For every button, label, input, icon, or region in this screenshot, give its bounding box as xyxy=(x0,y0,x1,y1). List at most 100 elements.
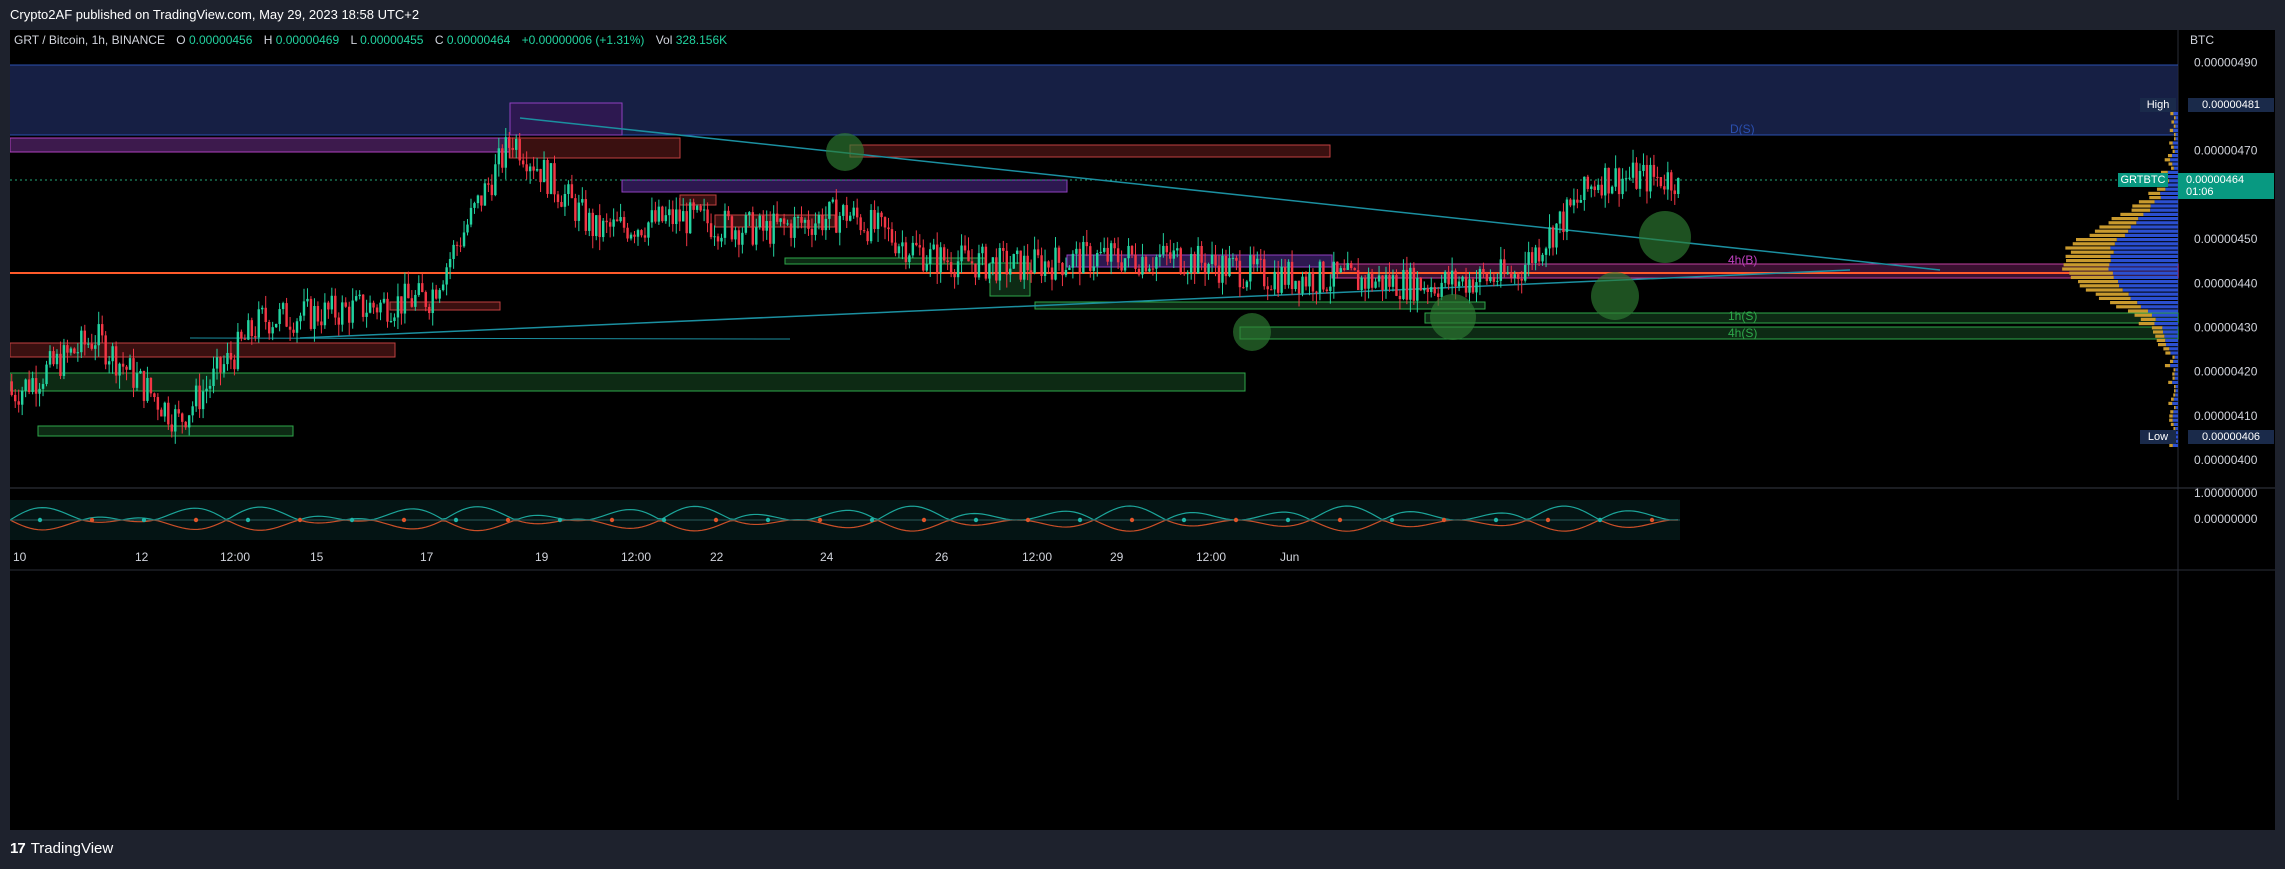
volume-bar xyxy=(2168,380,2173,384)
candle-body xyxy=(595,215,598,237)
candle-body xyxy=(1645,164,1649,192)
candle-body xyxy=(539,168,542,183)
candle-body xyxy=(1266,286,1269,290)
candle-body xyxy=(334,295,337,318)
candle-body xyxy=(723,210,727,238)
oscillator-pane[interactable]: 1.00000000 0.00000000 xyxy=(9,486,2258,540)
volume-bar xyxy=(2138,200,2155,204)
candle-body xyxy=(174,409,177,432)
time-axis[interactable]: 10 12 12:00 15 17 19 12:00 22 24 26 12:00 29 12:00 Ju… xyxy=(13,550,1299,564)
candle-body xyxy=(421,283,424,293)
volume-bar xyxy=(2110,246,2178,250)
candle-body xyxy=(24,379,27,391)
volume-bar xyxy=(2175,124,2178,128)
candle-body xyxy=(389,320,393,322)
volume-bar xyxy=(2172,443,2178,447)
tradingview-logo[interactable]: 17 TradingView xyxy=(10,840,113,857)
candle-body xyxy=(292,329,295,333)
volume-bar xyxy=(2156,338,2166,342)
candle-body xyxy=(431,289,434,314)
candle-body xyxy=(716,236,720,242)
candle-body xyxy=(821,214,824,231)
footer-bar: 17 TradingView xyxy=(0,830,2285,869)
candle-body xyxy=(1367,273,1370,289)
candle-body xyxy=(1273,271,1276,290)
candle-body xyxy=(588,212,591,231)
volume-bar xyxy=(2128,229,2178,233)
volume-bar xyxy=(2174,120,2178,124)
candle-body xyxy=(1346,263,1349,270)
candle-body xyxy=(1263,259,1266,287)
price-chart[interactable]: D(S) 4h(B) 1h(S) 4h(S) GRT / Bitcoin, 1h… xyxy=(9,30,2275,830)
candle-body xyxy=(932,244,935,250)
candle-body xyxy=(706,209,709,224)
time-axis-label: 26 xyxy=(935,550,949,564)
descending-trendline[interactable] xyxy=(519,117,1941,271)
time-axis-label: 12:00 xyxy=(220,550,250,564)
candle-body xyxy=(1148,268,1151,272)
candle-body xyxy=(1590,186,1593,189)
candle-body xyxy=(567,184,570,194)
candle-body xyxy=(386,298,389,322)
volume-bar xyxy=(2094,229,2129,233)
candle-body xyxy=(1384,275,1388,290)
red-zone-second-peak xyxy=(849,144,1331,158)
oscillator-dot xyxy=(661,517,667,523)
legend-volume-label: Vol xyxy=(656,33,673,47)
volume-bar xyxy=(2147,309,2178,313)
chart-legend[interactable]: GRT / Bitcoin, 1h, BINANCE O 0.00000456 … xyxy=(14,33,727,47)
candle-body xyxy=(34,378,38,394)
volume-bar xyxy=(2079,284,2120,288)
volume-bar xyxy=(2072,242,2115,246)
volume-bar xyxy=(2148,191,2161,195)
volume-bar xyxy=(2076,238,2117,242)
candle-body xyxy=(497,148,501,165)
volume-bar xyxy=(2172,162,2178,166)
oscillator-dot xyxy=(1597,517,1603,523)
candle-body xyxy=(194,385,198,407)
high-value: 0.00000481 xyxy=(2202,99,2260,111)
candle-body xyxy=(1569,199,1572,206)
candle-body xyxy=(438,290,441,299)
volume-bar xyxy=(2171,120,2175,124)
candle-body xyxy=(1523,264,1527,281)
candle-body xyxy=(1057,247,1061,263)
candle-body xyxy=(911,242,915,256)
volume-bar xyxy=(2143,212,2178,216)
candle-body xyxy=(1551,227,1555,248)
candle-body xyxy=(1440,282,1443,297)
candle-body xyxy=(1134,254,1137,269)
candle-body xyxy=(988,263,991,279)
candle-body xyxy=(448,258,452,268)
candle-body xyxy=(76,352,80,354)
price-tick-label: 0.00000410 xyxy=(2194,409,2258,423)
candle-body xyxy=(1614,168,1617,187)
price-tick-label: 0.00000440 xyxy=(2194,276,2258,290)
chart-frame[interactable]: D(S) 4h(B) 1h(S) 4h(S) GRT / Bitcoin, 1h… xyxy=(9,30,2275,830)
highlight-circle xyxy=(1233,313,1271,351)
highlight-circle xyxy=(1639,211,1691,263)
candle-body xyxy=(1530,252,1534,263)
candle-body xyxy=(647,222,650,238)
candle-body xyxy=(45,364,48,385)
candle-body xyxy=(1562,211,1565,233)
volume-bar xyxy=(2114,242,2178,246)
candle-body xyxy=(640,230,643,236)
candle-body xyxy=(393,317,396,321)
candle-body xyxy=(302,301,306,316)
volume-bar xyxy=(2119,284,2178,288)
candle-body xyxy=(455,244,459,246)
candle-body xyxy=(327,302,330,310)
volume-bar xyxy=(2065,254,2111,258)
candle-body xyxy=(789,223,793,238)
one-hour-support-label: 1h(S) xyxy=(1728,309,1757,323)
volume-bar xyxy=(2140,317,2156,321)
volume-bar xyxy=(2165,338,2178,342)
candle-body xyxy=(167,402,170,425)
candle-body xyxy=(1388,275,1391,287)
candle-body xyxy=(880,212,883,218)
candle-body xyxy=(688,202,692,234)
volume-bar xyxy=(2173,112,2178,116)
candle-body xyxy=(1283,266,1287,285)
candle-body xyxy=(219,357,222,373)
